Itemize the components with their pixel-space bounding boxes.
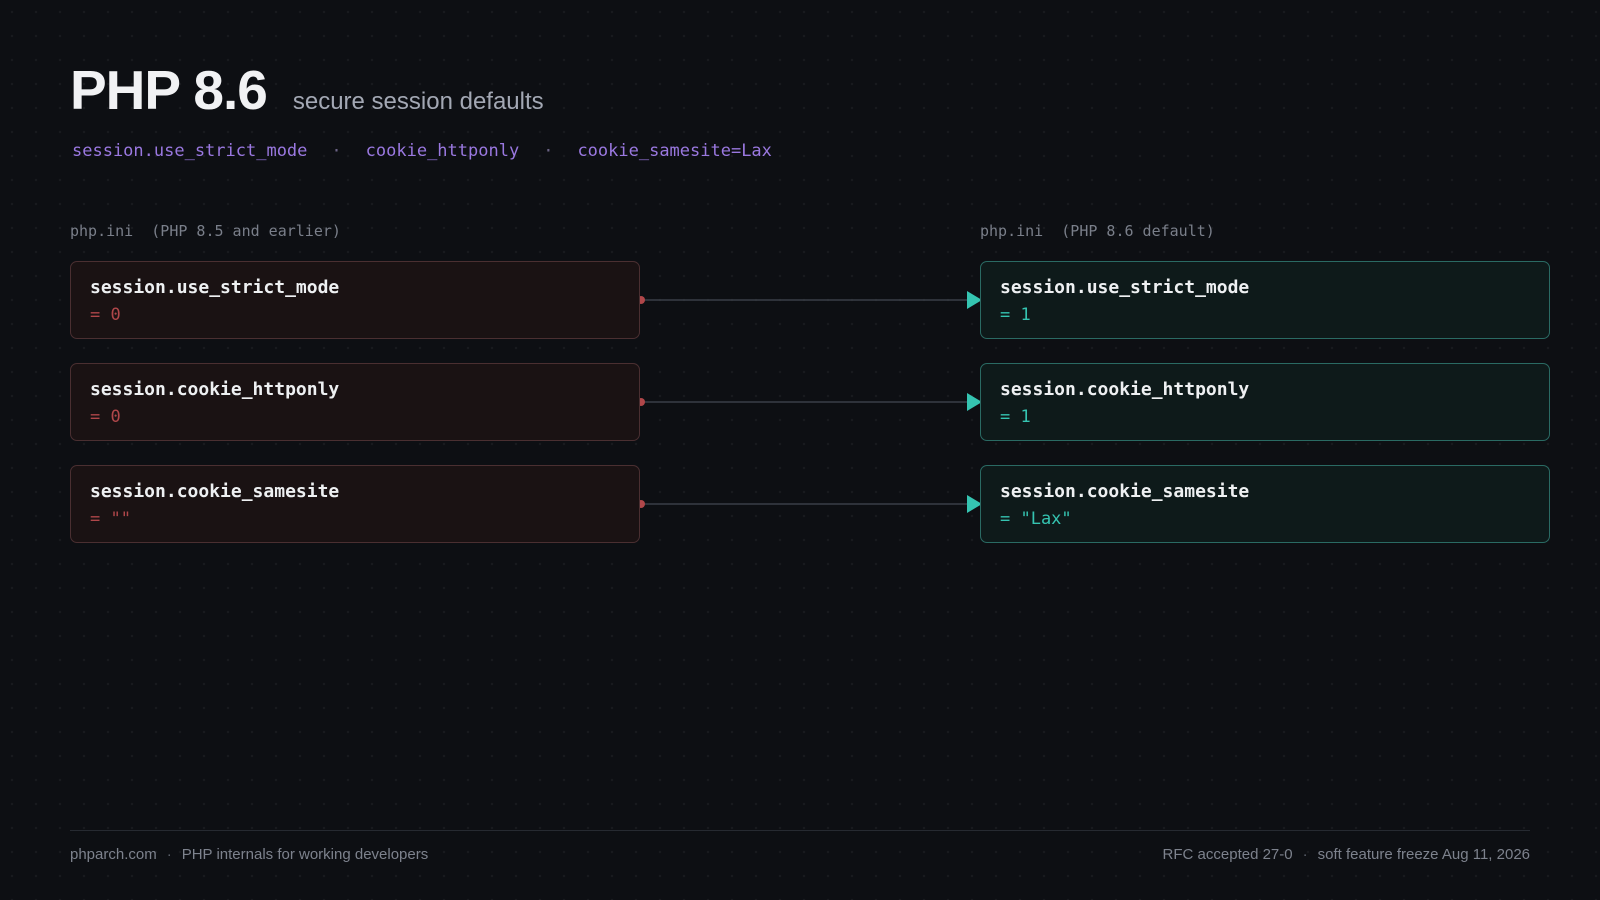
new-setting-strict-mode: session.use_strict_mode = 1 xyxy=(980,261,1550,339)
setting-key: session.cookie_httponly xyxy=(90,379,340,400)
connector-2 xyxy=(637,495,982,513)
old-setting-samesite: session.cookie_samesite = "" xyxy=(70,465,640,543)
setting-old-value: = 0 xyxy=(90,305,121,325)
setting-key: session.cookie_samesite xyxy=(90,481,340,502)
setting-key: session.use_strict_mode xyxy=(90,277,340,298)
setting-new-value: = "Lax" xyxy=(1000,509,1072,529)
new-setting-samesite: session.cookie_samesite = "Lax" xyxy=(980,465,1550,543)
setting-old-value: = 0 xyxy=(90,407,121,427)
footer-tagline: PHP internals for working developers xyxy=(181,846,429,863)
setting-key: session.cookie_httponly xyxy=(1000,379,1250,400)
footer-rfc: RFC accepted 27-0 xyxy=(1162,846,1293,863)
footer-site: phparch.com xyxy=(70,846,157,863)
old-setting-httponly: session.cookie_httponly = 0 xyxy=(70,363,640,441)
connector-arrows xyxy=(637,291,982,513)
setting-key: session.use_strict_mode xyxy=(1000,277,1250,298)
setting-new-value: = 1 xyxy=(1000,305,1031,325)
setting-key: session.cookie_samesite xyxy=(1000,481,1250,502)
setting-new-value: = 1 xyxy=(1000,407,1031,427)
setting-old-value: = "" xyxy=(90,509,131,529)
new-setting-httponly: session.cookie_httponly = 1 xyxy=(980,363,1550,441)
connector-1 xyxy=(637,393,982,411)
footer-left: phparch.com · PHP internals for working de… xyxy=(70,846,428,863)
old-setting-strict-mode: session.use_strict_mode = 0 xyxy=(70,261,640,339)
footer-right: RFC accepted 27-0 · soft feature freeze Au… xyxy=(1163,846,1530,863)
footer-freeze: soft feature freeze Aug 11, 2026 xyxy=(1317,846,1530,863)
footer-divider xyxy=(70,830,1530,831)
footer-separator: · xyxy=(1302,846,1308,863)
connector-0 xyxy=(637,291,982,309)
footer-separator: · xyxy=(166,846,172,863)
